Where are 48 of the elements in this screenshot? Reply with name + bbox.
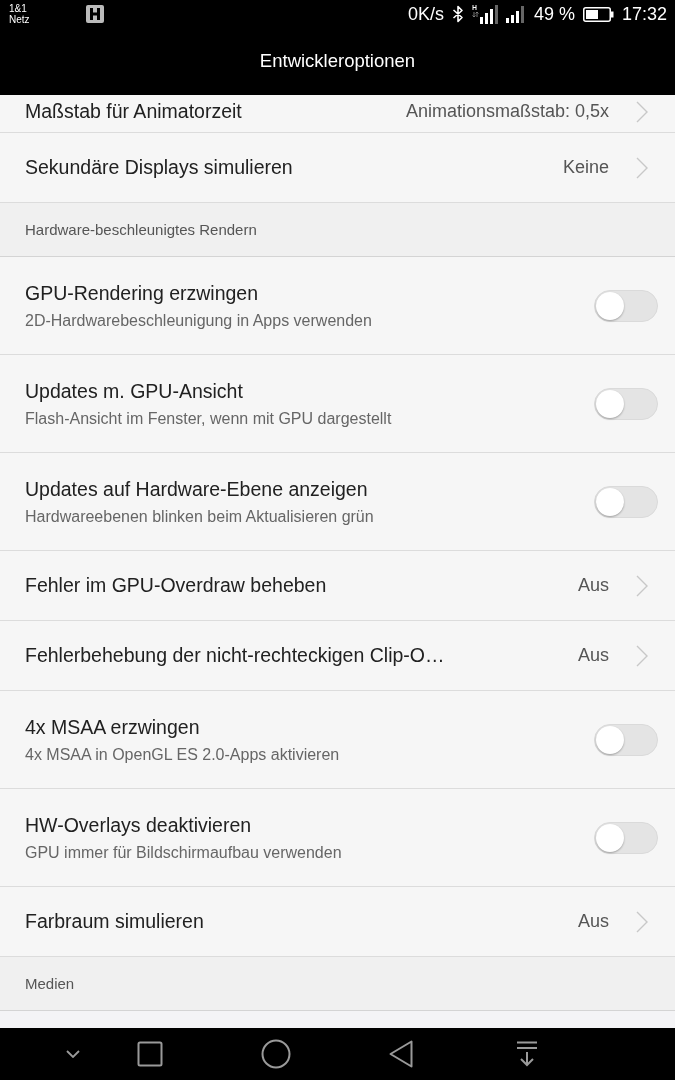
toggle-switch[interactable] bbox=[594, 821, 658, 854]
setting-value: Aus bbox=[577, 575, 609, 596]
back-icon[interactable] bbox=[389, 1040, 413, 1068]
chevron-down-icon[interactable] bbox=[66, 1050, 80, 1058]
clock-text: 17:32 bbox=[621, 3, 667, 25]
chevron-right-icon bbox=[636, 574, 648, 597]
setting-title[interactable]: Maßstab für Animatorzeit bbox=[25, 100, 406, 123]
toggle-switch[interactable] bbox=[594, 387, 658, 420]
toggle-switch[interactable] bbox=[594, 289, 658, 322]
home-circle-icon[interactable] bbox=[261, 1039, 291, 1069]
bluetooth-icon bbox=[451, 5, 464, 23]
battery-icon bbox=[582, 6, 614, 22]
setting-value: Aus bbox=[577, 645, 609, 666]
setting-title: Updates auf Hardware-Ebene anzeigen bbox=[25, 477, 369, 501]
h-square-icon bbox=[86, 5, 104, 23]
setting-title[interactable]: Fehler im GPU-Overdraw beheben bbox=[25, 574, 578, 597]
section-header: Medien bbox=[0, 957, 675, 1011]
square-icon[interactable] bbox=[137, 1041, 163, 1067]
setting-description: Flash-Ansicht im Fenster, wenn mit GPU dargestellt bbox=[25, 409, 393, 428]
section-header: Hardware-beschleunigtes Rendern bbox=[0, 203, 675, 257]
setting-title: GPU-Rendering erzwingen bbox=[25, 281, 260, 305]
setting-title[interactable]: Farbraum simulieren bbox=[25, 910, 578, 933]
setting-title: 4x MSAA erzwingen bbox=[25, 715, 201, 739]
network-speed-text: 0K/s bbox=[407, 3, 444, 25]
pull-down-arrow-icon[interactable] bbox=[516, 1041, 538, 1067]
setting-description: 4x MSAA in OpenGL ES 2.0-Apps aktivieren bbox=[25, 745, 341, 764]
setting-title[interactable]: Fehlerbehebung der nicht-rechteckigen Clip-O… bbox=[25, 644, 578, 667]
signal-icon bbox=[505, 5, 526, 23]
setting-description: Hardwareebenen blinken beim Aktualisieren grün bbox=[25, 507, 375, 526]
chevron-right-icon bbox=[636, 644, 648, 667]
chevron-right-icon bbox=[636, 156, 648, 179]
battery-percent-text: 49 % bbox=[533, 3, 575, 25]
setting-value: Keine bbox=[562, 157, 609, 178]
setting-title[interactable]: Sekundäre Displays simulieren bbox=[25, 156, 563, 179]
setting-value: Animationsmaßstab: 0,5x bbox=[405, 101, 609, 122]
toggle-switch[interactable] bbox=[594, 723, 658, 756]
setting-description: 2D-Hardwarebeschleunigung in Apps verwenden bbox=[25, 311, 373, 330]
carrier-text: Netz bbox=[9, 14, 30, 25]
carrier-text: 1&1 bbox=[9, 3, 27, 14]
mobile-signal-icon bbox=[471, 4, 498, 24]
chevron-right-icon bbox=[636, 100, 648, 123]
setting-description: GPU immer für Bildschirmaufbau verwenden bbox=[25, 843, 343, 862]
toggle-switch[interactable] bbox=[594, 485, 658, 518]
setting-title: HW-Overlays deaktivieren bbox=[25, 813, 253, 837]
setting-title: Updates m. GPU-Ansicht bbox=[25, 379, 244, 403]
screen-title: Entwickleroptionen bbox=[259, 49, 416, 72]
setting-value: Aus bbox=[577, 911, 609, 932]
chevron-right-icon bbox=[636, 910, 648, 933]
